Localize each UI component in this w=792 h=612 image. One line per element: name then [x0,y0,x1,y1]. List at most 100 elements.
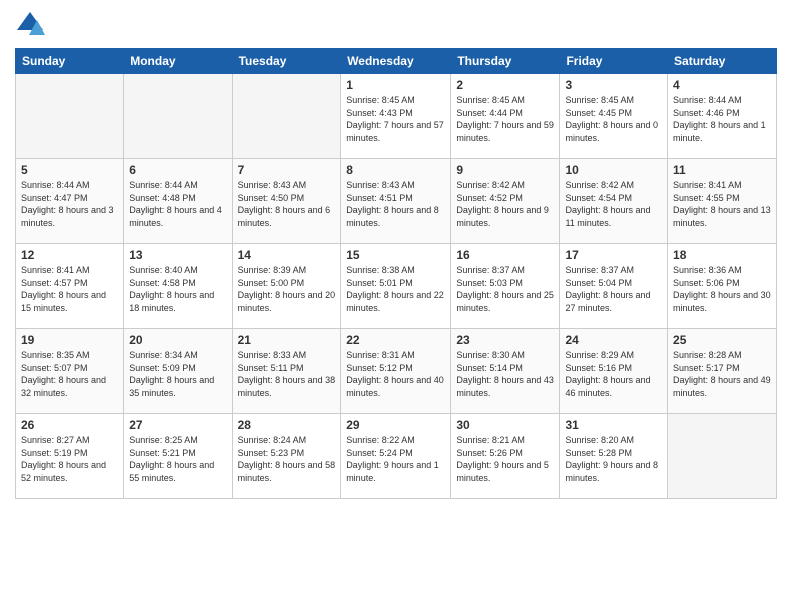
day-number: 6 [129,163,226,177]
calendar-header-saturday: Saturday [668,49,777,74]
calendar-cell: 31Sunrise: 8:20 AM Sunset: 5:28 PM Dayli… [560,414,668,499]
day-info: Sunrise: 8:42 AM Sunset: 4:54 PM Dayligh… [565,179,662,229]
day-number: 31 [565,418,662,432]
day-number: 5 [21,163,118,177]
day-info: Sunrise: 8:21 AM Sunset: 5:26 PM Dayligh… [456,434,554,484]
calendar-cell: 25 Sunrise: 8:28 AM Sunset: 5:17 PM Dayli… [668,329,777,414]
day-number: 12 [21,248,118,262]
calendar-cell: 6 Sunrise: 8:44 AM Sunset: 4:48 PM Daylig… [124,159,232,244]
day-number: 17 [565,248,662,262]
day-number: 19 [21,333,118,347]
calendar-cell: 28 Sunrise: 8:24 AM Sunset: 5:23 PM Dayli… [232,414,341,499]
calendar-cell: 12 Sunrise: 8:41 AM Sunset: 4:57 PM Dayli… [16,244,124,329]
day-number: 1 [346,78,445,92]
calendar-cell: 17 Sunrise: 8:37 AM Sunset: 5:04 PM Dayli… [560,244,668,329]
calendar-cell [232,74,341,159]
calendar-cell: 4 Sunrise: 8:44 AM Sunset: 4:46 PM Daylig… [668,74,777,159]
day-number: 25 [673,333,771,347]
day-number: 22 [346,333,445,347]
day-info: Sunrise: 8:24 AM Sunset: 5:23 PM Dayligh… [238,434,336,484]
day-info: Sunrise: 8:27 AM Sunset: 5:19 PM Dayligh… [21,434,118,484]
day-info: Sunrise: 8:25 AM Sunset: 5:21 PM Dayligh… [129,434,226,484]
calendar-cell: 3 Sunrise: 8:45 AM Sunset: 4:45 PM Daylig… [560,74,668,159]
calendar-cell: 11 Sunrise: 8:41 AM Sunset: 4:55 PM Dayli… [668,159,777,244]
calendar-cell [668,414,777,499]
calendar-cell: 26 Sunrise: 8:27 AM Sunset: 5:19 PM Dayli… [16,414,124,499]
calendar-cell: 15 Sunrise: 8:38 AM Sunset: 5:01 PM Dayli… [341,244,451,329]
day-info: Sunrise: 8:39 AM Sunset: 5:00 PM Dayligh… [238,264,336,314]
calendar-cell: 22 Sunrise: 8:31 AM Sunset: 5:12 PM Dayli… [341,329,451,414]
day-number: 18 [673,248,771,262]
calendar-cell: 7Sunrise: 8:43 AM Sunset: 4:50 PM Daylig… [232,159,341,244]
calendar-cell [124,74,232,159]
day-info: Sunrise: 8:44 AM Sunset: 4:48 PM Dayligh… [129,179,226,229]
day-number: 8 [346,163,445,177]
calendar-header-thursday: Thursday [451,49,560,74]
calendar-cell: 21 Sunrise: 8:33 AM Sunset: 5:11 PM Dayli… [232,329,341,414]
calendar-header-row: SundayMondayTuesdayWednesdayThursdayFrid… [16,49,777,74]
calendar-header-monday: Monday [124,49,232,74]
calendar-header-tuesday: Tuesday [232,49,341,74]
calendar-cell: 30 Sunrise: 8:21 AM Sunset: 5:26 PM Dayli… [451,414,560,499]
day-info: Sunrise: 8:44 AM Sunset: 4:46 PM Dayligh… [673,94,771,144]
day-info: Sunrise: 8:43 AM Sunset: 4:51 PM Dayligh… [346,179,445,229]
day-number: 24 [565,333,662,347]
day-number: 21 [238,333,336,347]
calendar-cell: 20Sunrise: 8:34 AM Sunset: 5:09 PM Dayli… [124,329,232,414]
day-info: Sunrise: 8:34 AM Sunset: 5:09 PM Dayligh… [129,349,226,399]
day-info: Sunrise: 8:22 AM Sunset: 5:24 PM Dayligh… [346,434,445,484]
day-number: 4 [673,78,771,92]
calendar-week-2: 5 Sunrise: 8:44 AM Sunset: 4:47 PM Daylig… [16,159,777,244]
calendar-week-5: 26 Sunrise: 8:27 AM Sunset: 5:19 PM Dayli… [16,414,777,499]
day-info: Sunrise: 8:42 AM Sunset: 4:52 PM Dayligh… [456,179,554,229]
calendar-cell: 18 Sunrise: 8:36 AM Sunset: 5:06 PM Dayli… [668,244,777,329]
day-number: 26 [21,418,118,432]
day-info: Sunrise: 8:31 AM Sunset: 5:12 PM Dayligh… [346,349,445,399]
calendar-week-4: 19Sunrise: 8:35 AM Sunset: 5:07 PM Dayli… [16,329,777,414]
day-number: 13 [129,248,226,262]
calendar-cell: 5 Sunrise: 8:44 AM Sunset: 4:47 PM Daylig… [16,159,124,244]
calendar-cell: 14 Sunrise: 8:39 AM Sunset: 5:00 PM Dayli… [232,244,341,329]
calendar-cell: 13Sunrise: 8:40 AM Sunset: 4:58 PM Dayli… [124,244,232,329]
day-info: Sunrise: 8:44 AM Sunset: 4:47 PM Dayligh… [21,179,118,229]
day-info: Sunrise: 8:41 AM Sunset: 4:57 PM Dayligh… [21,264,118,314]
day-info: Sunrise: 8:28 AM Sunset: 5:17 PM Dayligh… [673,349,771,399]
calendar-week-3: 12 Sunrise: 8:41 AM Sunset: 4:57 PM Dayli… [16,244,777,329]
day-number: 30 [456,418,554,432]
day-info: Sunrise: 8:33 AM Sunset: 5:11 PM Dayligh… [238,349,336,399]
day-info: Sunrise: 8:45 AM Sunset: 4:45 PM Dayligh… [565,94,662,144]
calendar-cell: 1Sunrise: 8:45 AM Sunset: 4:43 PM Daylig… [341,74,451,159]
day-number: 9 [456,163,554,177]
logo [15,10,49,40]
day-number: 2 [456,78,554,92]
day-number: 11 [673,163,771,177]
calendar-table: SundayMondayTuesdayWednesdayThursdayFrid… [15,48,777,499]
calendar-cell: 29Sunrise: 8:22 AM Sunset: 5:24 PM Dayli… [341,414,451,499]
day-number: 28 [238,418,336,432]
day-number: 27 [129,418,226,432]
calendar-cell: 9 Sunrise: 8:42 AM Sunset: 4:52 PM Daylig… [451,159,560,244]
calendar-cell: 23 Sunrise: 8:30 AM Sunset: 5:14 PM Dayli… [451,329,560,414]
calendar-cell: 8 Sunrise: 8:43 AM Sunset: 4:51 PM Daylig… [341,159,451,244]
day-info: Sunrise: 8:36 AM Sunset: 5:06 PM Dayligh… [673,264,771,314]
day-info: Sunrise: 8:37 AM Sunset: 5:04 PM Dayligh… [565,264,662,314]
calendar-week-1: 1Sunrise: 8:45 AM Sunset: 4:43 PM Daylig… [16,74,777,159]
day-info: Sunrise: 8:45 AM Sunset: 4:44 PM Dayligh… [456,94,554,144]
day-number: 3 [565,78,662,92]
day-number: 15 [346,248,445,262]
calendar-header-sunday: Sunday [16,49,124,74]
calendar-cell: 19Sunrise: 8:35 AM Sunset: 5:07 PM Dayli… [16,329,124,414]
page: SundayMondayTuesdayWednesdayThursdayFrid… [0,0,792,612]
day-number: 23 [456,333,554,347]
day-info: Sunrise: 8:38 AM Sunset: 5:01 PM Dayligh… [346,264,445,314]
day-info: Sunrise: 8:29 AM Sunset: 5:16 PM Dayligh… [565,349,662,399]
day-info: Sunrise: 8:30 AM Sunset: 5:14 PM Dayligh… [456,349,554,399]
calendar-cell [16,74,124,159]
day-number: 14 [238,248,336,262]
day-info: Sunrise: 8:41 AM Sunset: 4:55 PM Dayligh… [673,179,771,229]
calendar-header-friday: Friday [560,49,668,74]
calendar-cell: 10Sunrise: 8:42 AM Sunset: 4:54 PM Dayli… [560,159,668,244]
day-info: Sunrise: 8:37 AM Sunset: 5:03 PM Dayligh… [456,264,554,314]
day-info: Sunrise: 8:43 AM Sunset: 4:50 PM Dayligh… [238,179,336,229]
header [15,10,777,40]
